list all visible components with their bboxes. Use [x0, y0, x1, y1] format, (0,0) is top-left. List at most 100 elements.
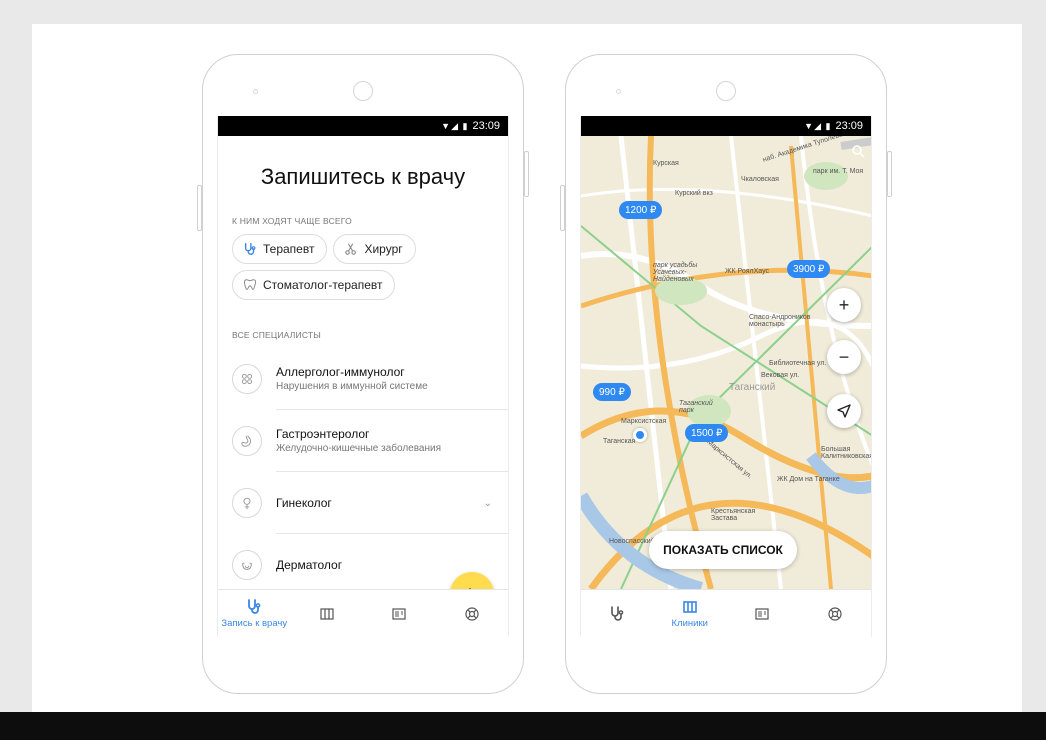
female-icon [232, 488, 262, 518]
chip-dentist[interactable]: Стоматолог-терапевт [232, 270, 396, 300]
list-item[interactable]: Гинеколог ⌄ [218, 472, 508, 534]
chip-label: Терапевт [263, 242, 315, 256]
status-bar: ▼◢ ▮ 23:09 [581, 116, 871, 136]
status-time: 23:09 [835, 120, 863, 132]
zoom-in-button[interactable]: + [827, 288, 861, 322]
popular-section-label: К ним ходят чаще всего [232, 216, 352, 226]
all-specialists-label: Все специалисты [232, 330, 321, 340]
map-label: Курский вкз [675, 190, 713, 197]
bottom-tab-bar: Запись к врачу [218, 589, 508, 637]
phone-frame-right: ▼◢ ▮ 23:09 Курская Курский вкз Чкаловска… [560, 54, 892, 694]
side-button-left [197, 185, 202, 231]
tab-records[interactable] [726, 590, 799, 637]
navigation-arrow-icon [837, 404, 851, 418]
popular-chips: Терапевт Хирург Стоматолог-терапевт [218, 226, 508, 300]
map-label: ЖК РоялХаус [725, 268, 770, 275]
map-label: Марксистская [621, 418, 667, 425]
chip-surgeon[interactable]: Хирург [333, 234, 416, 264]
map-label: парк усадьбы Усачевых-Найденовых [653, 262, 698, 283]
map-label: ЖК Дом на Таганке [777, 476, 840, 483]
list-item-text: Аллерголог-иммунолог Нарушения в иммунно… [276, 348, 508, 410]
signal-battery-icon: ▼◢ ▮ [804, 120, 832, 131]
skin-icon [232, 550, 262, 580]
specialist-name: Гастроэнтеролог [276, 427, 370, 441]
map-label: Новоспасский [609, 538, 655, 545]
records-icon [392, 607, 406, 620]
side-button-left [560, 185, 565, 231]
tab-clinics[interactable] [291, 590, 364, 637]
records-icon [755, 607, 769, 620]
status-bar: ▼◢ ▮ 23:09 [218, 116, 508, 136]
stethoscope-icon [611, 605, 624, 621]
stethoscope-icon [248, 598, 261, 614]
clinic-price-pin[interactable]: 1500 ₽ [685, 424, 729, 442]
tooth-icon [243, 279, 257, 290]
status-time: 23:09 [472, 120, 500, 132]
map-label: Большая Калитниковская [821, 446, 872, 460]
specialist-name: Дерматолог [276, 558, 343, 572]
camera-sensor [616, 89, 621, 94]
list-item-text: Гинеколог [276, 472, 508, 534]
side-button-right [887, 151, 892, 197]
clinics-map-screen: ▼◢ ▮ 23:09 Курская Курский вкз Чкаловска… [580, 116, 872, 637]
map-label: Таганская [603, 438, 636, 445]
tab-records[interactable] [363, 590, 436, 637]
show-list-button[interactable]: ПОКАЗАТЬ СПИСОК [649, 531, 797, 569]
current-location-marker [633, 428, 647, 442]
tab-label: Запись к врачу [221, 617, 288, 629]
search-icon[interactable] [851, 144, 865, 158]
plus-icon: + [838, 294, 850, 315]
list-item-text: Гастроэнтеролог Желудочно-кишечные забол… [276, 410, 508, 472]
tab-appointment[interactable] [581, 590, 654, 637]
phone-frame-left: ▼◢ ▮ 23:09 Запишитесь к врачу К ним ходя… [197, 54, 529, 694]
minus-icon: − [838, 346, 850, 367]
front-camera [716, 81, 736, 101]
chip-therapist[interactable]: Терапевт [232, 234, 328, 264]
bottom-bar [0, 712, 1046, 740]
front-camera [353, 81, 373, 101]
camera-sensor [253, 89, 258, 94]
side-button-right [524, 151, 529, 197]
list-item[interactable]: Гастроэнтеролог Желудочно-кишечные забол… [218, 410, 508, 472]
specialist-name: Аллерголог-иммунолог [276, 365, 405, 379]
chip-label: Хирург [364, 242, 403, 256]
bottom-tab-bar: Клиники [581, 589, 871, 637]
specialist-name: Гинеколог [276, 495, 332, 510]
locate-me-button[interactable] [827, 394, 861, 428]
map-icon [682, 600, 697, 613]
map-label: Таганский [729, 382, 776, 393]
map-label: Чкаловская [741, 176, 779, 183]
list-item[interactable]: Аллерголог-иммунолог Нарушения в иммунно… [218, 348, 508, 410]
tab-help[interactable] [799, 590, 872, 637]
chip-label: Стоматолог-терапевт [263, 278, 383, 292]
zoom-out-button[interactable]: − [827, 340, 861, 374]
tab-appointment[interactable]: Запись к врачу [218, 590, 291, 637]
specialist-desc: Нарушения в иммунной системе [276, 381, 428, 392]
allergy-icon [232, 364, 262, 394]
map-label: Вековая ул. [761, 372, 800, 379]
map-label: Библиотечная ул. [769, 360, 827, 367]
tab-help[interactable] [436, 590, 509, 637]
clinic-price-pin[interactable]: 1200 ₽ [619, 201, 663, 219]
clinic-price-pin[interactable]: 990 ₽ [593, 383, 631, 401]
clinic-price-pin[interactable]: 3900 ₽ [787, 260, 831, 278]
tab-clinics[interactable]: Клиники [654, 590, 727, 637]
scissors-icon [345, 243, 357, 255]
signal-battery-icon: ▼◢ ▮ [441, 120, 469, 131]
lifebuoy-icon [465, 606, 479, 621]
specialist-desc: Желудочно-кишечные заболевания [276, 443, 442, 454]
map-icon [320, 607, 334, 620]
chevron-down-icon[interactable]: ⌄ [484, 498, 492, 509]
map-label: Крестьянская Застава [711, 508, 756, 522]
clinics-map[interactable]: Курская Курский вкз Чкаловская наб. Акад… [581, 136, 872, 589]
lifebuoy-icon [828, 606, 842, 621]
page-title: Запишитесь к врачу [260, 164, 466, 189]
map-label: парк им. Т. Моя [813, 168, 864, 175]
stomach-icon [232, 426, 262, 456]
map-label: Спасо-Андроников монастырь [749, 314, 811, 328]
map-label: Таганский парк [679, 400, 713, 414]
specialist-list: Аллерголог-иммунолог Нарушения в иммунно… [218, 348, 508, 596]
doctor-booking-screen: ▼◢ ▮ 23:09 Запишитесь к врачу К ним ходя… [217, 116, 509, 637]
tab-label: Клиники [671, 617, 708, 629]
map-label: Курская [653, 160, 679, 167]
